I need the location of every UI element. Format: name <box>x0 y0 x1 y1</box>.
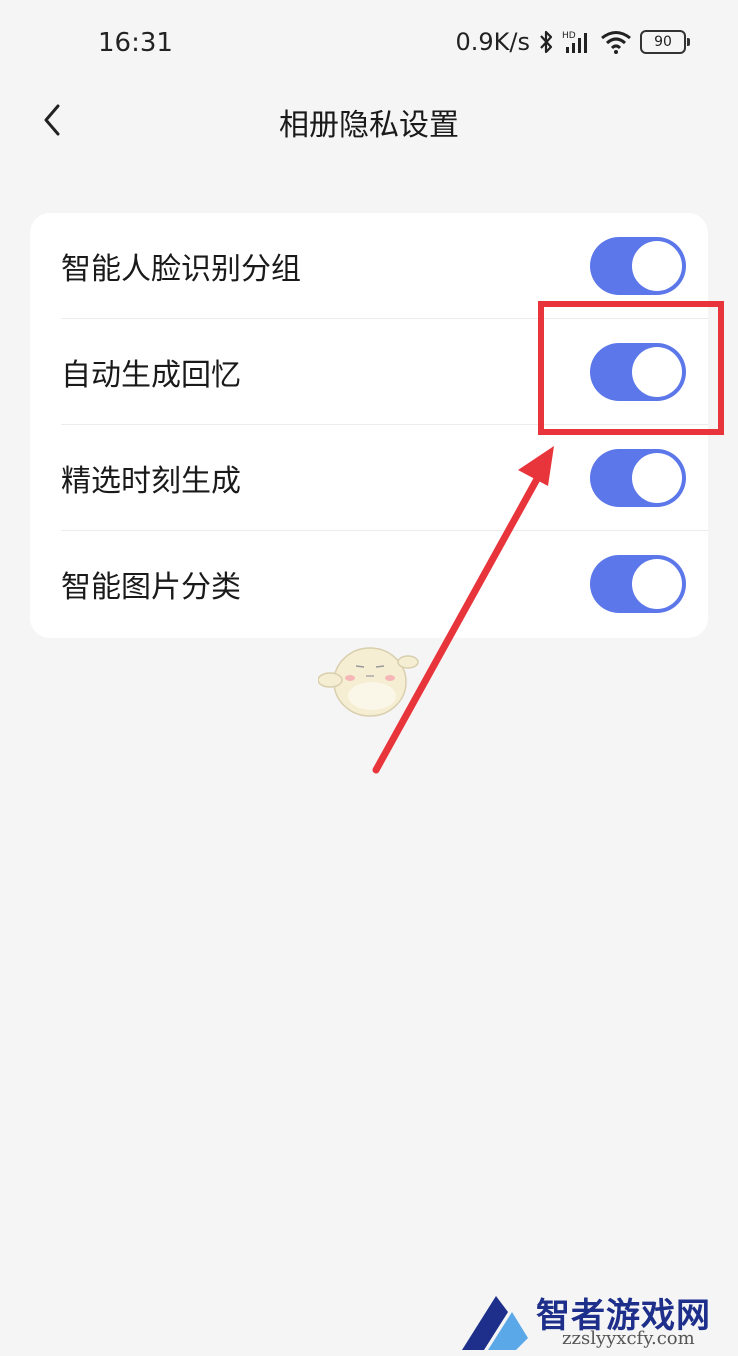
watermark-url: zzslyyxcfy.com <box>562 1328 695 1349</box>
site-logo-icon <box>462 1296 528 1350</box>
annotation-arrow-icon <box>372 446 554 774</box>
site-watermark: 智者游戏网 zzslyyxcfy.com <box>458 1284 738 1356</box>
